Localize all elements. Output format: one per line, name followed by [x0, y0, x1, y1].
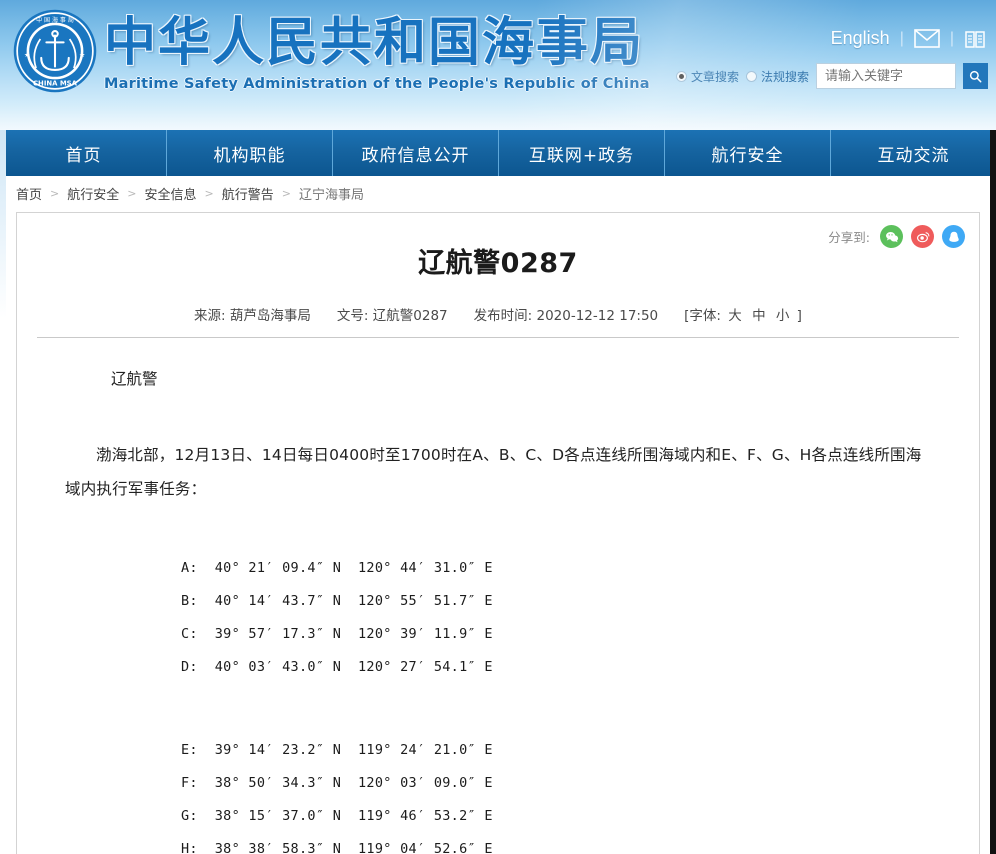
header-utility-links: English | | [831, 28, 986, 49]
coordinate-line-d: D: 40° 03′ 43.0″ N 120° 27′ 54.1″ E [181, 659, 493, 675]
wechat-icon[interactable] [880, 225, 903, 248]
font-size-suffix: ] [796, 308, 802, 324]
font-size-small-button[interactable]: 小 [773, 308, 793, 324]
breadcrumb-item-navigation-warning[interactable]: 航行警告 [222, 184, 274, 203]
breadcrumb-item-home[interactable]: 首页 [16, 184, 42, 203]
meta-docnum-value: 辽航警0287 [372, 308, 448, 324]
breadcrumb-item-navigation-safety[interactable]: 航行安全 [67, 184, 119, 203]
page-right-edge [990, 130, 996, 854]
article-meta: 来源: 葫芦岛海事局 文号: 辽航警0287 发布时间: 2020-12-12 … [17, 304, 979, 324]
header-search-row: 文章搜索 法规搜索 [675, 63, 988, 89]
radio-article-dot[interactable] [675, 70, 687, 82]
meta-source-label: 来源: [194, 308, 226, 324]
breadcrumb-separator: > [127, 186, 137, 200]
meta-docnum-label: 文号: [336, 308, 369, 324]
svg-text:★: ★ [79, 52, 85, 59]
meta-publish-label: 发布时间: [473, 308, 533, 324]
site-header: 中 国 海 事 局 CHINA MSA ★ ★ 中华人民共和国海事局 Marit… [0, 0, 996, 130]
meta-source-value: 葫芦岛海事局 [229, 308, 311, 324]
radio-regulation-search[interactable]: 法规搜索 [745, 68, 809, 85]
nav-item-navigation-safety[interactable]: 航行安全 [665, 130, 831, 176]
svg-text:★: ★ [24, 52, 30, 59]
font-size-controls: [字体: 大 中 小 ] [684, 304, 802, 324]
nav-item-gov-info[interactable]: 政府信息公开 [333, 130, 499, 176]
svg-text:CHINA MSA: CHINA MSA [33, 79, 78, 87]
breadcrumb-item-safety-info[interactable]: 安全信息 [144, 184, 196, 203]
search-button[interactable] [963, 63, 988, 89]
envelope-icon[interactable] [914, 29, 940, 48]
coordinate-line-e: E: 39° 14′ 23.2″ N 119° 24′ 21.0″ E [181, 742, 493, 758]
share-row: 分享到: [828, 225, 965, 248]
search-icon [969, 70, 982, 82]
coordinate-line-c: C: 39° 57′ 17.3″ N 120° 39′ 11.9″ E [181, 626, 493, 642]
page-left-edge [0, 130, 6, 854]
meta-publish-value: 2020-12-12 17:50 [536, 308, 659, 324]
share-label: 分享到: [828, 230, 870, 245]
coordinates-group-abcd: A: 40° 21′ 09.4″ N 120° 44′ 31.0″ E B: 4… [65, 552, 931, 684]
radio-regulation-label: 法规搜索 [760, 69, 809, 84]
breadcrumb-item-liaoning-msa[interactable]: 辽宁海事局 [299, 184, 364, 203]
search-input[interactable] [823, 64, 949, 88]
nav-item-internet-gov[interactable]: 互联网+政务 [499, 130, 665, 176]
utility-separator-1: | [899, 29, 904, 47]
nav-item-home[interactable]: 首页 [0, 130, 167, 176]
radio-regulation-dot[interactable] [745, 70, 757, 82]
book-icon[interactable] [964, 29, 986, 49]
coordinate-line-f: F: 38° 50′ 34.3″ N 120° 03′ 09.0″ E [181, 775, 493, 791]
nav-item-interaction[interactable]: 互动交流 [831, 130, 996, 176]
coordinate-line-b: B: 40° 14′ 43.7″ N 120° 55′ 51.7″ E [181, 593, 493, 609]
article-paragraph: 渤海北部，12月13日、14日每日0400时至1700时在A、B、C、D各点连线… [65, 446, 922, 498]
radio-article-label: 文章搜索 [690, 69, 739, 84]
article-card: 分享到: 辽航警0287 来源: 葫芦岛海事局 文号: 辽航警0287 发布时间… [16, 212, 980, 854]
breadcrumb-separator: > [204, 186, 214, 200]
radio-article-search[interactable]: 文章搜索 [675, 68, 739, 85]
font-size-large-button[interactable]: 大 [725, 308, 745, 324]
font-size-medium-button[interactable]: 中 [749, 308, 769, 324]
english-link[interactable]: English [831, 28, 890, 49]
qq-icon[interactable] [942, 225, 965, 248]
site-brand: 中华人民共和国海事局 Maritime Safety Administratio… [104, 14, 650, 92]
font-size-prefix: [字体: [684, 308, 721, 324]
article-body: 辽航警 渤海北部，12月13日、14日每日0400时至1700时在A、B、C、D… [17, 338, 979, 854]
meta-publish: 发布时间: 2020-12-12 17:50 [474, 304, 659, 324]
breadcrumb-separator: > [281, 186, 291, 200]
coordinates-group-efgh: E: 39° 14′ 23.2″ N 119° 24′ 21.0″ E F: 3… [65, 734, 931, 854]
meta-source: 来源: 葫芦岛海事局 [194, 304, 311, 324]
weibo-icon[interactable] [911, 225, 934, 248]
breadcrumb: 首页 > 航行安全 > 安全信息 > 航行警告 > 辽宁海事局 [0, 176, 996, 210]
breadcrumb-separator: > [50, 186, 60, 200]
coordinate-line-h: H: 38° 38′ 58.3″ N 119° 04′ 52.6″ E [181, 841, 493, 854]
main-nav: 首页 机构职能 政府信息公开 互联网+政务 航行安全 互动交流 [0, 130, 996, 176]
page-root: 中 国 海 事 局 CHINA MSA ★ ★ 中华人民共和国海事局 Marit… [0, 0, 996, 854]
brand-title-en: Maritime Safety Administration of the Pe… [104, 76, 650, 92]
msa-logo[interactable]: 中 国 海 事 局 CHINA MSA ★ ★ [12, 8, 98, 94]
coordinate-line-a: A: 40° 21′ 09.4″ N 120° 44′ 31.0″ E [181, 560, 493, 576]
meta-docnum: 文号: 辽航警0287 [337, 304, 448, 324]
article-lead: 辽航警 [111, 370, 158, 388]
utility-separator-2: | [949, 29, 954, 47]
svg-text:中 国 海 事 局: 中 国 海 事 局 [36, 16, 74, 24]
nav-item-functions[interactable]: 机构职能 [167, 130, 333, 176]
brand-title-cn: 中华人民共和国海事局 [104, 13, 645, 73]
coordinate-line-g: G: 38° 15′ 37.0″ N 119° 46′ 53.2″ E [181, 808, 493, 824]
search-box[interactable] [816, 63, 956, 89]
